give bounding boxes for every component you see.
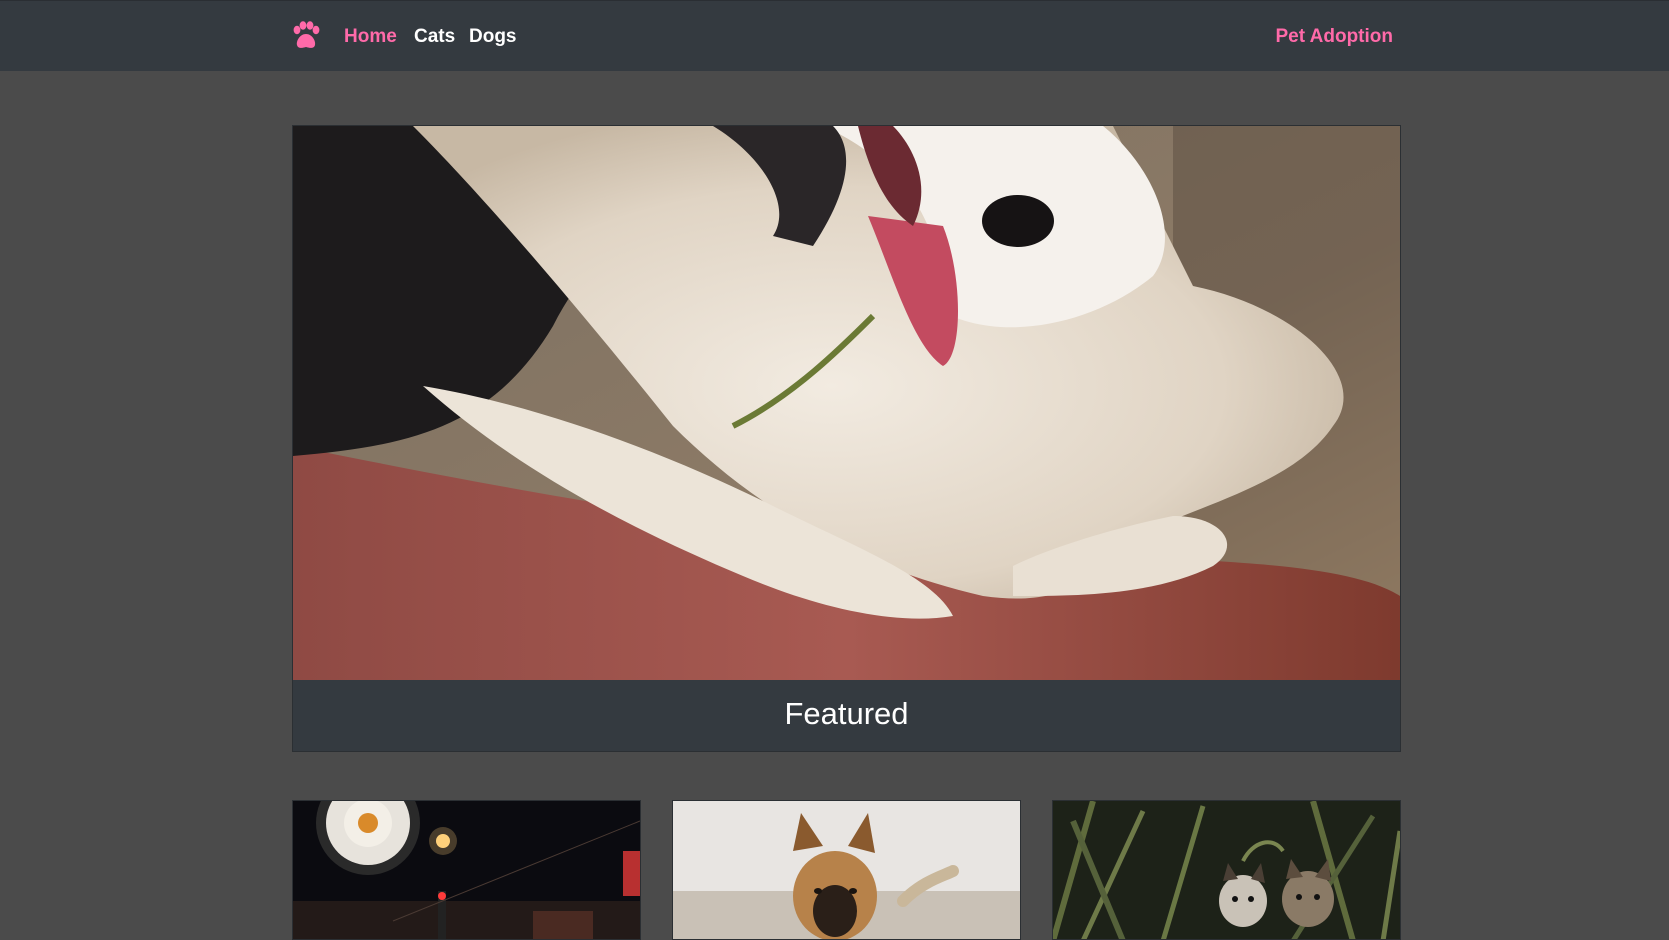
nav-cats-link[interactable]: Cats [414,26,455,48]
nav-dogs-link[interactable]: Dogs [469,26,517,48]
san-francisco-night-image [293,801,640,939]
featured-caption: Featured [293,680,1400,751]
brand-link[interactable]: Pet Adoption [1276,26,1394,48]
gallery-card-san-francisco[interactable] [292,800,641,940]
german-shepherd-image [673,801,1020,939]
gallery-card-kittens[interactable] [1052,800,1401,940]
paw-icon[interactable] [290,21,322,51]
nav-home-link[interactable]: Home [344,26,397,48]
top-navbar: Home Cats Dogs Pet Adoption [0,0,1669,71]
kittens-in-plants-image [1053,801,1400,939]
featured-card[interactable]: Featured [292,125,1401,752]
gallery-card-german-shepherd[interactable] [672,800,1021,940]
featured-husky-image [293,126,1400,680]
